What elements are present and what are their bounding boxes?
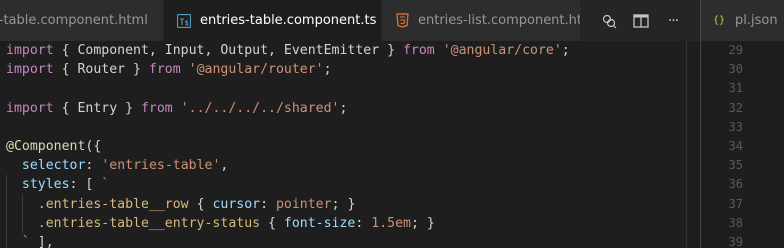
code-token: { Component, Input, Output, EventEmitter… — [53, 43, 403, 58]
tab-entries-table-ts[interactable]: entries-table.component.ts ✕ — [164, 0, 382, 41]
code-token: 'entries-table' — [101, 158, 221, 174]
code-token: from — [402, 43, 435, 58]
right-editor-group: {} pl.json 29 30 31 32 33 34 35 36 37 38 39 — [700, 0, 784, 248]
line-number: 33 — [728, 119, 743, 134]
json-icon: {} — [713, 15, 726, 26]
tab-entries-table-html[interactable]: s-table.component.html — [0, 0, 164, 41]
code-token: .entries-table__entry-status — [37, 215, 261, 231]
tab-label: pl.json — [735, 13, 778, 28]
indent-guide — [22, 195, 23, 233]
code-token: ; — [323, 62, 332, 78]
code-token: ({ — [85, 138, 102, 154]
code-line: .entries-table__row { cursor: pointer; } — [6, 195, 686, 214]
line-number: 36 — [728, 177, 743, 192]
code-line: .entries-table__entry-status { font-size… — [6, 214, 686, 233]
overview-ruler[interactable] — [686, 41, 700, 248]
code-token: 1.5em — [371, 215, 411, 231]
code-token: selector — [21, 158, 86, 174]
line-number: 39 — [728, 234, 743, 248]
line-number-gutter: 29 30 31 32 33 34 35 36 37 38 39 — [701, 41, 784, 248]
code-token: '@angular/router' — [188, 62, 324, 78]
code-token: ; — [339, 100, 348, 116]
code-editor[interactable]: import { Component, Input, Output, Event… — [0, 41, 686, 248]
line-number: 34 — [728, 138, 743, 153]
code-token: ], — [29, 234, 54, 248]
code-token: @Component — [6, 138, 86, 154]
code-line: import { Entry } from '../../../../share… — [6, 99, 686, 118]
open-changes-icon[interactable] — [596, 8, 622, 34]
line-number: 31 — [728, 81, 743, 96]
line-number: 32 — [728, 100, 743, 115]
code-line: import { Component, Input, Output, Event… — [6, 41, 686, 60]
code-line: selector: 'entries-table', — [6, 156, 686, 175]
more-actions-icon[interactable]: ··· — [660, 8, 686, 34]
code-token: font-size — [283, 215, 356, 231]
code-token: : [ — [69, 177, 102, 193]
code-token: : — [85, 158, 102, 174]
line-number: 29 — [728, 43, 743, 57]
code-line: ` ], — [6, 233, 686, 248]
line-number: 30 — [728, 62, 743, 77]
code-line: import { Router } from '@angular/router'… — [6, 60, 686, 79]
editor-group: s-table.component.html entries-table.com… — [0, 0, 700, 248]
editor-actions: ··· — [580, 0, 700, 41]
code-token: ` — [21, 234, 30, 248]
code-token: .entries-table__row — [37, 196, 189, 212]
line-number: 38 — [728, 215, 743, 230]
code-line: @Component({ — [6, 137, 686, 156]
code-token: import — [6, 100, 54, 116]
line-number: 35 — [728, 158, 743, 173]
split-editor-icon[interactable] — [628, 8, 654, 34]
code-token: : — [260, 196, 276, 212]
code-token: ` — [101, 177, 110, 193]
tab-label: s-table.component.html — [0, 13, 148, 28]
code-token: , — [220, 158, 229, 174]
code-token: styles — [21, 177, 70, 193]
tab-entries-list-html[interactable]: entries-list.component.html — [382, 0, 598, 41]
tab-label: entries-table.component.ts — [200, 13, 377, 28]
code-token: '@angular/core' — [442, 43, 562, 58]
code-token: from — [148, 62, 181, 78]
code-line: styles: [ ` — [6, 175, 686, 194]
code-token: pointer — [275, 196, 332, 212]
code-token: { — [188, 196, 213, 212]
tab-label: entries-list.component.html — [418, 13, 598, 28]
code-token: { Entry } — [53, 100, 141, 116]
line-number: 37 — [728, 196, 743, 211]
code-token: ; } — [331, 196, 356, 212]
code-token: ; } — [410, 215, 435, 231]
html5-icon — [394, 13, 410, 29]
code-token: from — [140, 100, 173, 116]
code-token: { — [260, 215, 284, 231]
code-token: cursor — [212, 196, 261, 212]
typescript-icon — [176, 13, 192, 29]
code-token: import — [6, 62, 54, 78]
tab-bar: s-table.component.html entries-table.com… — [0, 0, 700, 41]
indent-guide — [6, 175, 7, 248]
code-token: '../../../../shared' — [180, 100, 340, 116]
code-token: : — [355, 215, 372, 231]
tab-package-json[interactable]: {} pl.json — [701, 0, 784, 41]
code-token: { Router } — [53, 62, 149, 78]
code-token: ; — [561, 43, 570, 58]
code-token: import — [6, 43, 54, 58]
